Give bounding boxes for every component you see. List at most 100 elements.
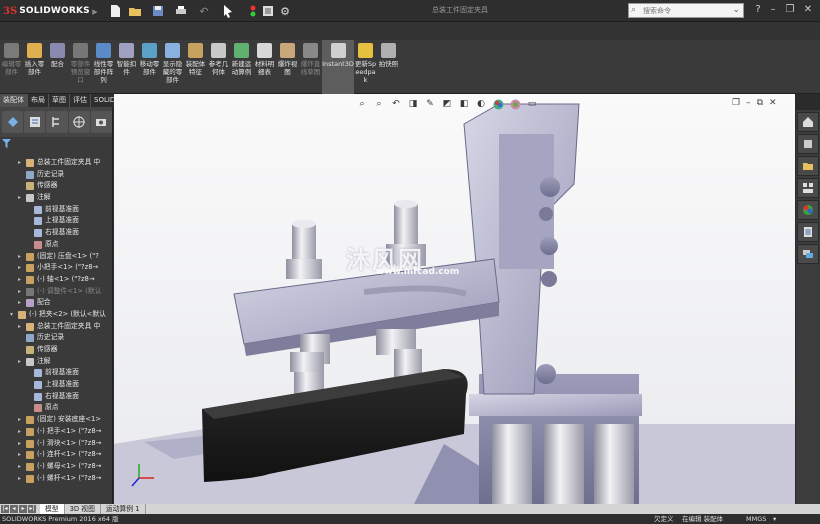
tree-node[interactable]: ▸ (-) 螺母<1> ("?z8→: [0, 461, 113, 473]
display-manager-tab-icon[interactable]: [90, 111, 113, 133]
viewport-close-icon[interactable]: ✕: [769, 98, 777, 108]
tree-expand-icon[interactable]: [18, 172, 24, 178]
tree-node[interactable]: 上视基准面: [0, 215, 113, 227]
command-tab-0[interactable]: 装配体: [0, 94, 28, 107]
hide-show-items-icon[interactable]: ◐: [474, 97, 488, 111]
print-icon[interactable]: [173, 3, 189, 19]
tree-expand-icon[interactable]: ▸: [18, 288, 24, 295]
ribbon-command-0[interactable]: 编辑零部件: [0, 40, 23, 94]
tree-node[interactable]: ▸ 小把手<1> ("?z8→: [0, 262, 113, 274]
prev-tab-icon[interactable]: ◂: [10, 505, 18, 513]
undo-icon[interactable]: ↶: [196, 3, 212, 19]
tree-node[interactable]: ▸ (-) 把手<1> ("?z8→: [0, 426, 113, 438]
tree-expand-icon[interactable]: ▸: [18, 323, 24, 330]
file-properties-icon[interactable]: [260, 3, 276, 19]
display-style-icon[interactable]: ◧: [457, 97, 471, 111]
ribbon-command-12[interactable]: 爆炸视图: [276, 40, 299, 94]
tree-node[interactable]: 右视基准面: [0, 391, 113, 403]
appearances-scenes-icon[interactable]: [797, 200, 819, 220]
tree-node[interactable]: 原点: [0, 402, 113, 414]
ribbon-command-8[interactable]: 装配体特征: [184, 40, 207, 94]
ribbon-command-11[interactable]: 材料明细表: [253, 40, 276, 94]
solidworks-resources-icon[interactable]: [797, 112, 819, 132]
tree-expand-icon[interactable]: [26, 230, 32, 236]
tree-node[interactable]: 传感器: [0, 180, 113, 192]
tree-expand-icon[interactable]: [26, 207, 32, 213]
dynamic-annotation-icon[interactable]: ✎: [423, 97, 437, 111]
tree-expand-icon[interactable]: ▸: [18, 475, 24, 482]
save-icon[interactable]: [150, 3, 166, 19]
last-tab-icon[interactable]: ▸|: [28, 505, 36, 513]
restore-icon[interactable]: ❐: [784, 4, 796, 15]
tree-expand-icon[interactable]: [18, 335, 24, 341]
tree-node[interactable]: 前视基准面: [0, 204, 113, 216]
tree-expand-icon[interactable]: ▸: [18, 452, 24, 458]
solidworks-forum-icon[interactable]: [797, 244, 819, 264]
tree-node[interactable]: 前视基准面: [0, 367, 113, 379]
file-explorer-icon[interactable]: [797, 156, 819, 176]
ribbon-command-15[interactable]: 更新Speedpak: [354, 40, 377, 94]
tree-node[interactable]: 右视基准面: [0, 227, 113, 239]
ribbon-command-4[interactable]: 线性零部件阵列: [92, 40, 115, 94]
help-icon[interactable]: ?: [752, 4, 764, 15]
apply-scene-icon[interactable]: [508, 97, 522, 111]
tree-expand-icon[interactable]: ▸: [18, 417, 24, 423]
tree-node[interactable]: ▸ (-) 轴<1> ("?z8→: [0, 274, 113, 286]
ribbon-command-3[interactable]: 零部件预览窗口: [69, 40, 92, 94]
ribbon-command-14[interactable]: Instant3D: [322, 40, 354, 94]
ribbon-command-6[interactable]: 移动零部件: [138, 40, 161, 94]
tree-expand-icon[interactable]: ▸: [18, 440, 24, 447]
tree-expand-icon[interactable]: ▸: [18, 300, 24, 306]
tree-node[interactable]: 历史记录: [0, 332, 113, 344]
tree-node[interactable]: ▸ 注解: [0, 356, 113, 368]
view-settings-icon[interactable]: ▭: [525, 97, 539, 111]
ribbon-command-9[interactable]: 参考几何体: [207, 40, 230, 94]
close-icon[interactable]: ✕: [802, 4, 814, 15]
feature-tree-tab-icon[interactable]: [2, 111, 24, 133]
tree-node[interactable]: ▾ (-) 把夹<2> (默认<默认: [0, 309, 113, 321]
command-tab-2[interactable]: 草图: [49, 94, 70, 107]
tree-expand-icon[interactable]: ▸: [18, 253, 24, 260]
tree-node[interactable]: ▸ 注解: [0, 192, 113, 204]
ribbon-command-5[interactable]: 智能扣件: [115, 40, 138, 94]
zoom-to-fit-icon[interactable]: ⌕: [355, 97, 369, 111]
bottom-tab-1[interactable]: 3D 视图: [65, 504, 101, 514]
rebuild-icon[interactable]: [245, 3, 261, 19]
ribbon-command-16[interactable]: 拍快照: [377, 40, 400, 94]
units-dropdown-icon[interactable]: ▾: [773, 514, 776, 524]
tree-node[interactable]: 历史记录: [0, 169, 113, 181]
tree-expand-icon[interactable]: ▸: [18, 195, 24, 201]
tree-expand-icon[interactable]: ▾: [10, 311, 16, 318]
tree-expand-icon[interactable]: [26, 370, 32, 376]
view-orientation-icon[interactable]: ◩: [440, 97, 454, 111]
tree-expand-icon[interactable]: [26, 382, 32, 388]
custom-properties-icon[interactable]: [797, 222, 819, 242]
tree-node[interactable]: ▸ (-) 连杆<1> ("?z8→: [0, 449, 113, 461]
zoom-to-area-icon[interactable]: ⌕: [372, 97, 386, 111]
tree-node[interactable]: ▸ (-) 滑块<1> ("?z8→: [0, 438, 113, 450]
tree-node[interactable]: 原点: [0, 239, 113, 251]
tree-expand-icon[interactable]: [26, 242, 32, 248]
minimize-icon[interactable]: –: [767, 4, 779, 15]
tree-expand-icon[interactable]: ▸: [18, 265, 24, 271]
tree-expand-icon[interactable]: ▸: [18, 463, 24, 470]
ribbon-command-10[interactable]: 新建运动算例: [230, 40, 253, 94]
tree-expand-icon[interactable]: ▸: [18, 160, 24, 166]
configuration-manager-tab-icon[interactable]: [46, 111, 68, 133]
ribbon-command-2[interactable]: 配合: [46, 40, 69, 94]
graphics-viewport[interactable]: 沐风网 www.mfcad.com: [114, 94, 795, 504]
tree-expand-icon[interactable]: [18, 183, 24, 189]
bottom-tab-0[interactable]: 模型: [40, 504, 65, 514]
view-palette-icon[interactable]: [797, 178, 819, 198]
tree-expand-icon[interactable]: [26, 394, 32, 400]
tree-node[interactable]: ▸ (固定) 安装底座<1>: [0, 414, 113, 426]
bottom-tab-2[interactable]: 运动算例 1: [101, 504, 146, 514]
filter-icon[interactable]: [0, 137, 112, 150]
viewport-restore-icon[interactable]: ❐: [732, 98, 740, 108]
dimxpert-tab-icon[interactable]: [68, 111, 90, 133]
ribbon-command-1[interactable]: 插入零部件: [23, 40, 46, 94]
command-tab-3[interactable]: 评估: [70, 94, 91, 107]
tree-node[interactable]: ▸ 总装工件固定夹具 中: [0, 321, 113, 333]
property-manager-tab-icon[interactable]: [24, 111, 46, 133]
tree-node[interactable]: ▸ 总装工件固定夹具 中: [0, 157, 113, 169]
